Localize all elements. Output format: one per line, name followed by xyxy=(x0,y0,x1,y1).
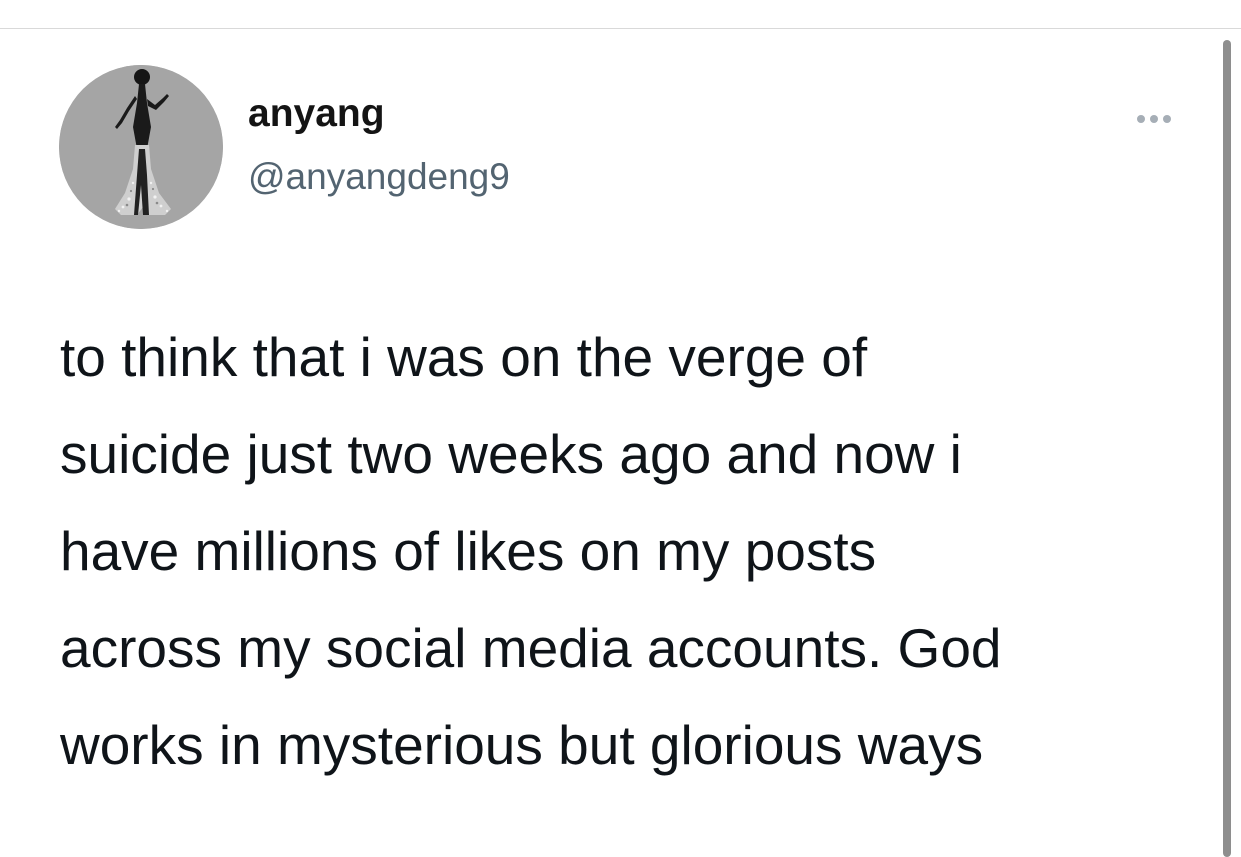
tweet-screenshot: anyang @anyangdeng9 to think that i was … xyxy=(0,0,1241,857)
avatar-figure-icon xyxy=(59,65,223,229)
display-name[interactable]: anyang xyxy=(248,92,385,136)
avatar[interactable] xyxy=(59,65,223,229)
scrollbar[interactable] xyxy=(1223,40,1231,857)
ellipsis-icon xyxy=(1137,115,1145,123)
ellipsis-icon xyxy=(1150,115,1158,123)
more-options-button[interactable] xyxy=(1124,104,1184,134)
tweet-text: to think that i was on the verge of suic… xyxy=(60,326,1002,776)
user-handle[interactable]: @anyangdeng9 xyxy=(248,156,510,198)
ellipsis-icon xyxy=(1163,115,1171,123)
top-divider xyxy=(0,28,1241,29)
